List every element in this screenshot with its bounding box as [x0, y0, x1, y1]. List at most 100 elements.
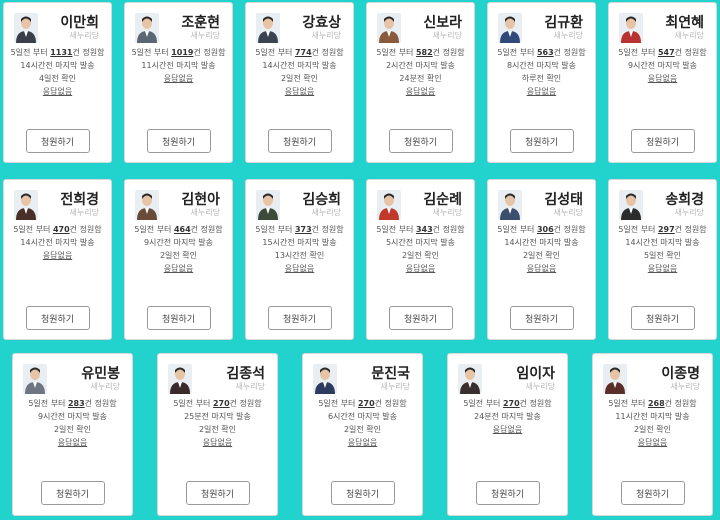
petition-info: 5일전 부터 270건 정원함 25분전 마지막 발송 2일전 확인 응답없음 — [162, 397, 273, 449]
response-status-line: 응답없음 — [371, 85, 470, 98]
petition-count: 270 — [212, 399, 230, 408]
no-response-link[interactable]: 응답없음 — [58, 438, 87, 447]
response-status-line: 응답없음 — [492, 85, 591, 98]
petition-count: 270 — [502, 399, 520, 408]
legislator-card: 송희경 새누리당 5일전 부터 297건 정원함 14시간전 마지막 발송 5일전 확인… — [608, 179, 717, 340]
petition-count-line: 5일전 부터 1019건 정원함 — [131, 48, 226, 57]
petition-button[interactable]: 청원하기 — [475, 481, 540, 505]
no-response-link[interactable]: 응답없음 — [43, 87, 72, 96]
response-status-line: 응답없음 — [492, 262, 591, 275]
legislator-photo — [256, 190, 280, 220]
legislator-photo — [168, 364, 192, 394]
petition-button[interactable]: 청원하기 — [630, 129, 695, 153]
petition-info: 5일전 부터 306건 정원함 14시간전 마지막 발송 2일전 확인 응답없음 — [492, 223, 591, 275]
party-label: 새누리당 — [311, 31, 341, 40]
no-response-link[interactable]: 응답없음 — [638, 438, 667, 447]
checked-line: 2일전 확인 — [633, 425, 672, 434]
no-response-link[interactable]: 응답없음 — [493, 425, 522, 434]
petition-button[interactable]: 청원하기 — [630, 306, 695, 330]
petition-info: 5일전 부터 1131건 정원함 14시간전 마지막 발송 4일전 확인 응답없음 — [8, 46, 107, 98]
party-label: 새누리당 — [525, 382, 555, 391]
petition-count-line: 5일전 부터 306건 정원함 — [497, 225, 586, 234]
no-response-link[interactable]: 응답없음 — [43, 251, 72, 260]
petition-count: 1131 — [50, 48, 73, 57]
petition-count: 270 — [357, 399, 375, 408]
petition-button[interactable]: 청원하기 — [146, 306, 211, 330]
petition-button[interactable]: 청원하기 — [388, 129, 453, 153]
petition-button[interactable]: 청원하기 — [330, 481, 395, 505]
last-sent-line: 14시간전 마지막 발송 — [262, 61, 337, 70]
petition-button[interactable]: 청원하기 — [25, 306, 90, 330]
checked-line: 2일전 확인 — [280, 74, 319, 83]
petition-button[interactable]: 청원하기 — [509, 129, 574, 153]
party-label: 새누리당 — [553, 31, 583, 40]
no-response-link[interactable]: 응답없음 — [203, 438, 232, 447]
legislator-photo — [619, 13, 643, 43]
response-status-line: 응답없음 — [613, 72, 712, 85]
last-sent-line: 14시간전 마지막 발송 — [20, 61, 95, 70]
legislator-card: 최연혜 새누리당 5일전 부터 547건 정원함 9시간전 마지막 발송 응답없음 청원하… — [608, 2, 717, 163]
no-response-link[interactable]: 응답없음 — [406, 264, 435, 273]
legislator-card: 김승희 새누리당 5일전 부터 373건 정원함 15시간전 마지막 발송 13시간전 … — [245, 179, 354, 340]
party-label: 새누리당 — [190, 208, 220, 217]
legislator-name: 문진국 — [371, 366, 410, 382]
party-label: 새누리당 — [380, 382, 410, 391]
legislator-name: 이만희 — [60, 15, 99, 31]
last-sent-line: 14시간전 마지막 발송 — [20, 238, 95, 247]
petition-button[interactable]: 청원하기 — [185, 481, 250, 505]
petition-count-line: 5일전 부터 297건 정원함 — [618, 225, 707, 234]
party-label: 새누리당 — [235, 382, 265, 391]
legislator-photo — [14, 13, 38, 43]
legislator-name: 송희경 — [665, 192, 704, 208]
petition-button[interactable]: 청원하기 — [509, 306, 574, 330]
no-response-link[interactable]: 응답없음 — [648, 264, 677, 273]
checked-line: 2일전 확인 — [401, 251, 440, 260]
legislator-name: 김현아 — [181, 192, 220, 208]
petition-info: 5일전 부터 470건 정원함 14시간전 마지막 발송 응답없음 — [8, 223, 107, 262]
legislator-name: 조훈현 — [181, 15, 220, 31]
petition-info: 5일전 부터 373건 정원함 15시간전 마지막 발송 13시간전 확인 응답없음 — [250, 223, 349, 275]
petition-button[interactable]: 청원하기 — [267, 129, 332, 153]
no-response-link[interactable]: 응답없음 — [285, 87, 314, 96]
no-response-link[interactable]: 응답없음 — [348, 438, 377, 447]
party-label: 새누리당 — [674, 31, 704, 40]
party-label: 새누리당 — [190, 31, 220, 40]
legislator-name: 전희경 — [60, 192, 99, 208]
petition-count-line: 5일전 부터 283건 정원함 — [28, 399, 117, 408]
no-response-link[interactable]: 응답없음 — [527, 87, 556, 96]
petition-button[interactable]: 청원하기 — [620, 481, 685, 505]
response-status-line: 응답없음 — [250, 262, 349, 275]
petition-count: 343 — [415, 225, 433, 234]
last-sent-line: 5시간전 마지막 발송 — [385, 238, 456, 247]
legislator-photo — [498, 190, 522, 220]
party-label: 새누리당 — [90, 382, 120, 391]
checked-line: 2일전 확인 — [159, 251, 198, 260]
legislator-name: 신보라 — [423, 15, 462, 31]
no-response-link[interactable]: 응답없음 — [406, 87, 435, 96]
no-response-link[interactable]: 응답없음 — [164, 74, 193, 83]
legislator-name: 김성태 — [544, 192, 583, 208]
legislator-name: 김순례 — [423, 192, 462, 208]
petition-count: 582 — [415, 48, 433, 57]
petition-button[interactable]: 청원하기 — [40, 481, 105, 505]
petition-count: 470 — [52, 225, 70, 234]
last-sent-line: 6시간전 마지막 발송 — [327, 412, 398, 421]
no-response-link[interactable]: 응답없음 — [648, 74, 677, 83]
petition-count-line: 5일전 부터 774건 정원함 — [255, 48, 344, 57]
last-sent-line: 2시간전 마지막 발송 — [385, 61, 456, 70]
petition-button[interactable]: 청원하기 — [146, 129, 211, 153]
petition-button[interactable]: 청원하기 — [388, 306, 453, 330]
no-response-link[interactable]: 응답없음 — [164, 264, 193, 273]
petition-button[interactable]: 청원하기 — [267, 306, 332, 330]
party-label: 새누리당 — [553, 208, 583, 217]
no-response-link[interactable]: 응답없음 — [285, 264, 314, 273]
response-status-line: 응답없음 — [597, 436, 708, 449]
last-sent-line: 9시간전 마지막 발송 — [37, 412, 108, 421]
petition-info: 5일전 부터 283건 정원함 9시간전 마지막 발송 2일전 확인 응답없음 — [17, 397, 128, 449]
petition-button[interactable]: 청원하기 — [25, 129, 90, 153]
checked-line: 2일전 확인 — [198, 425, 237, 434]
petition-count-line: 5일전 부터 373건 정원함 — [255, 225, 344, 234]
party-label: 새누리당 — [432, 208, 462, 217]
no-response-link[interactable]: 응답없음 — [527, 264, 556, 273]
petition-count-line: 5일전 부터 270건 정원함 — [173, 399, 262, 408]
